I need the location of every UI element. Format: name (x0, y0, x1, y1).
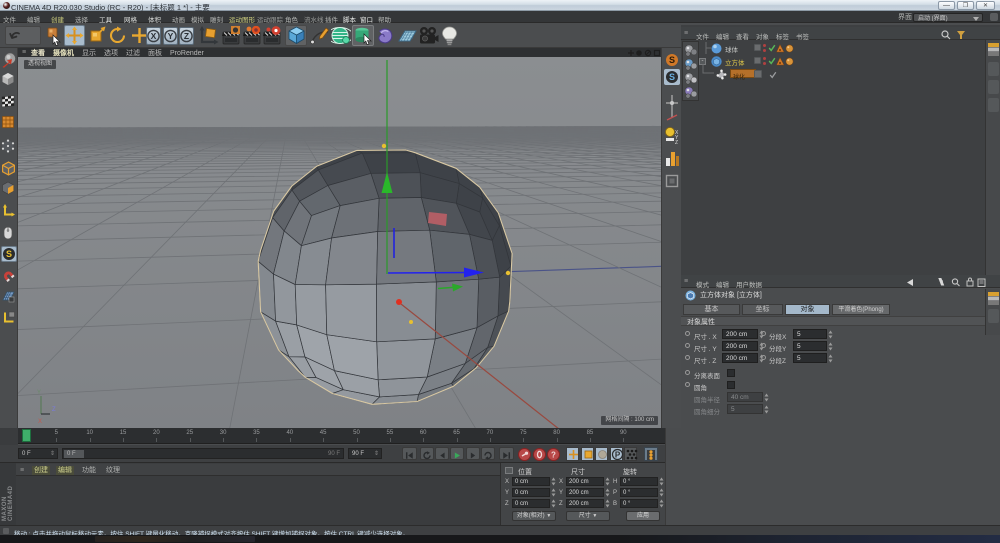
svg-text:Z: Z (52, 407, 56, 413)
svg-text:S: S (6, 249, 12, 259)
svg-text:Y: Y (37, 390, 41, 396)
svg-text:X: X (38, 419, 42, 425)
svg-text:Z: Z (184, 31, 189, 41)
svg-text:S: S (669, 55, 675, 65)
svg-text:X: X (151, 31, 157, 41)
svg-text:Z: Z (675, 140, 678, 146)
svg-text:?: ? (551, 450, 556, 459)
svg-text:S: S (669, 72, 675, 82)
svg-text:Y: Y (167, 31, 173, 41)
svg-text:P: P (614, 451, 620, 460)
